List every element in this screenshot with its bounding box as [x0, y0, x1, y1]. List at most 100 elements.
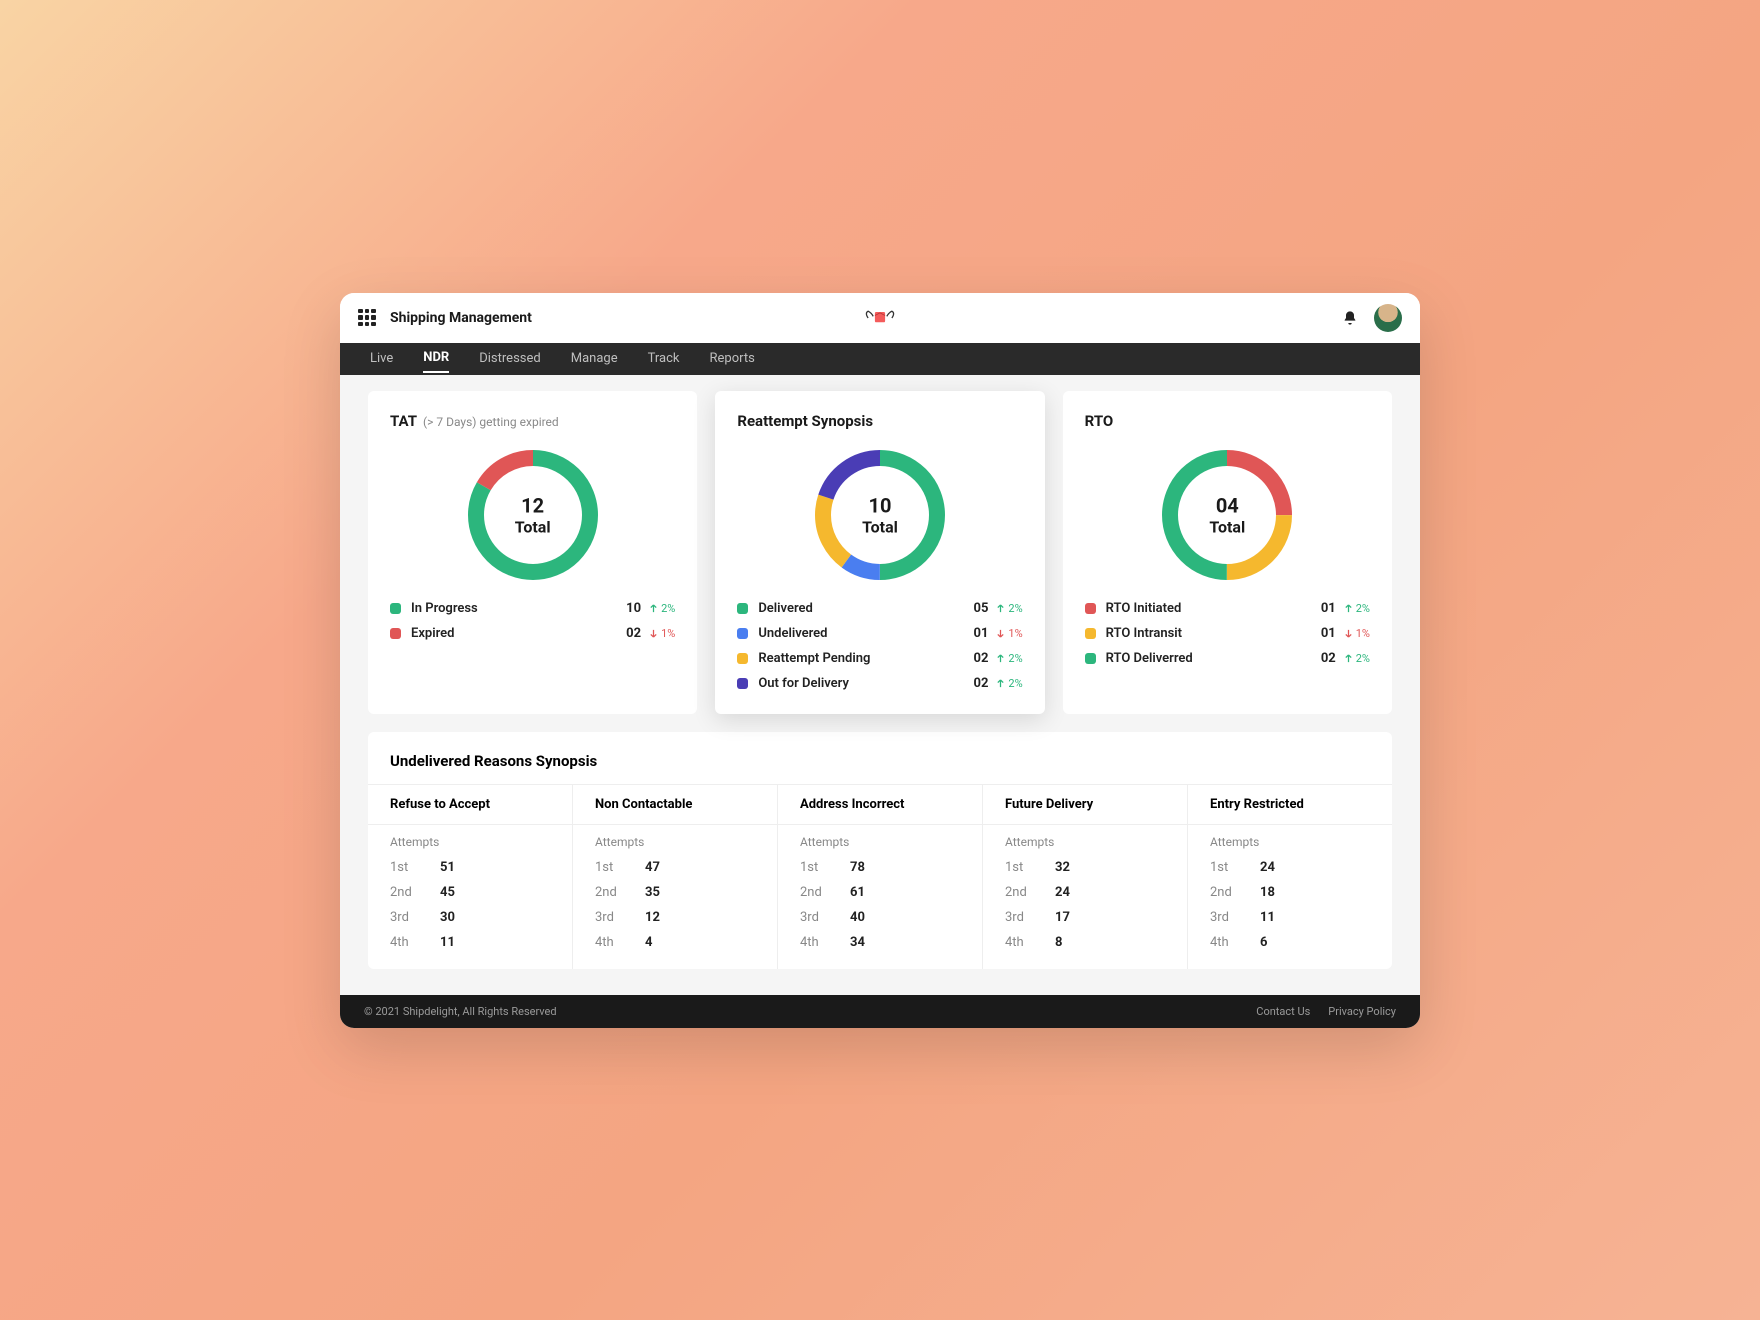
reasons-title: Undelivered Reasons Synopsis	[368, 752, 1392, 784]
attempt-value: 4	[645, 935, 652, 950]
card-title: Reattempt Synopsis	[737, 412, 873, 430]
legend-label: RTO Initiated	[1106, 601, 1182, 616]
donut-total-value: 04	[1209, 493, 1245, 517]
attempt-value: 78	[850, 860, 865, 875]
footer-link[interactable]: Privacy Policy	[1328, 1005, 1396, 1018]
legend-label: In Progress	[411, 601, 478, 616]
donut-chart: 10 Total	[737, 450, 1022, 580]
attempt-value: 6	[1260, 935, 1267, 950]
donut-chart: 12 Total	[390, 450, 675, 580]
attempt-ordinal: 4th	[1005, 935, 1031, 950]
attempt-value: 45	[440, 885, 455, 900]
reason-name: Entry Restricted	[1188, 785, 1392, 825]
card-tat: TAT (> 7 Days) getting expired 12 Total I…	[368, 391, 697, 714]
attempt-value: 18	[1260, 885, 1275, 900]
attempts-label: Attempts	[983, 825, 1187, 855]
trend-down-icon: 1%	[649, 627, 675, 640]
legend-value: 05	[968, 601, 988, 616]
content-area: TAT (> 7 Days) getting expired 12 Total I…	[340, 375, 1420, 995]
attempt-value: 51	[440, 860, 455, 875]
legend-swatch	[1085, 653, 1096, 664]
trend-up-icon: 2%	[996, 652, 1022, 665]
legend-row: Reattempt Pending 02 2%	[737, 646, 1022, 671]
attempt-value: 30	[440, 910, 455, 925]
attempt-ordinal: 1st	[800, 860, 826, 875]
trend-down-icon: 1%	[996, 627, 1022, 640]
attempt-row: 4th 4	[573, 930, 777, 955]
legend-value: 01	[1316, 626, 1336, 641]
legend-label: Undelivered	[758, 626, 827, 641]
legend-value: 02	[1316, 651, 1336, 666]
legend-value: 02	[621, 626, 641, 641]
card-subtitle: (> 7 Days) getting expired	[423, 415, 559, 429]
donut-total-value: 12	[515, 493, 551, 517]
legend-value: 01	[1316, 601, 1336, 616]
reason-name: Non Contactable	[573, 785, 777, 825]
legend-swatch	[390, 628, 401, 639]
user-avatar[interactable]	[1374, 304, 1402, 332]
legend-value: 10	[621, 601, 641, 616]
attempt-ordinal: 3rd	[1210, 910, 1236, 925]
legend-label: Expired	[411, 626, 454, 641]
attempt-ordinal: 3rd	[1005, 910, 1031, 925]
attempt-ordinal: 2nd	[1210, 885, 1236, 900]
attempt-row: 1st 78	[778, 855, 982, 880]
attempt-ordinal: 4th	[390, 935, 416, 950]
attempt-ordinal: 1st	[1005, 860, 1031, 875]
card-title: RTO	[1085, 412, 1114, 430]
reason-name: Refuse to Accept	[368, 785, 572, 825]
attempt-row: 4th 8	[983, 930, 1187, 955]
attempt-row: 2nd 61	[778, 880, 982, 905]
attempt-ordinal: 3rd	[390, 910, 416, 925]
legend-swatch	[737, 653, 748, 664]
brand-logo-icon[interactable]	[863, 307, 897, 329]
tab-distressed[interactable]: Distressed	[479, 345, 540, 372]
trend-up-icon: 2%	[996, 602, 1022, 615]
attempts-label: Attempts	[573, 825, 777, 855]
attempt-value: 24	[1055, 885, 1070, 900]
legend-row: RTO Deliverred 02 2%	[1085, 646, 1370, 671]
notifications-icon[interactable]	[1342, 310, 1358, 326]
tab-manage[interactable]: Manage	[571, 345, 618, 372]
tab-reports[interactable]: Reports	[710, 345, 755, 372]
trend-up-icon: 2%	[1344, 652, 1370, 665]
footer-link[interactable]: Contact Us	[1256, 1005, 1310, 1018]
legend-label: Delivered	[758, 601, 813, 616]
legend-swatch	[737, 628, 748, 639]
legend-swatch	[737, 678, 748, 689]
legend-row: RTO Initiated 01 2%	[1085, 596, 1370, 621]
attempt-row: 4th 11	[368, 930, 572, 955]
tab-track[interactable]: Track	[648, 345, 680, 372]
card-reattempt: Reattempt Synopsis 10 Total Delivered 05…	[715, 391, 1044, 714]
app-window: Shipping Management Live NDR Distressed Man…	[340, 293, 1420, 1028]
attempt-value: 47	[645, 860, 660, 875]
card-title: TAT	[390, 412, 417, 430]
attempt-ordinal: 4th	[800, 935, 826, 950]
attempt-row: 1st 24	[1188, 855, 1392, 880]
legend-value: 02	[968, 651, 988, 666]
attempt-row: 2nd 18	[1188, 880, 1392, 905]
attempt-value: 8	[1055, 935, 1062, 950]
legend-swatch	[1085, 628, 1096, 639]
attempt-value: 32	[1055, 860, 1070, 875]
donut-chart: 04 Total	[1085, 450, 1370, 580]
tab-ndr[interactable]: NDR	[423, 344, 449, 373]
attempts-label: Attempts	[1188, 825, 1392, 855]
nav-bar: Live NDR Distressed Manage Track Reports	[340, 343, 1420, 375]
attempt-value: 12	[645, 910, 660, 925]
legend-label: Out for Delivery	[758, 676, 849, 691]
legend-row: RTO Intransit 01 1%	[1085, 621, 1370, 646]
footer-copyright: © 2021 Shipdelight, All Rights Reserved	[364, 1005, 557, 1018]
attempt-ordinal: 3rd	[595, 910, 621, 925]
legend-row: Undelivered 01 1%	[737, 621, 1022, 646]
donut-total-value: 10	[862, 493, 898, 517]
attempt-value: 61	[850, 885, 865, 900]
tab-live[interactable]: Live	[370, 345, 393, 372]
attempt-row: 4th 6	[1188, 930, 1392, 955]
legend-label: RTO Intransit	[1106, 626, 1182, 641]
apps-grid-icon[interactable]	[358, 309, 376, 327]
legend-value: 02	[968, 676, 988, 691]
attempt-row: 3rd 30	[368, 905, 572, 930]
attempt-row: 2nd 24	[983, 880, 1187, 905]
app-title: Shipping Management	[390, 310, 532, 326]
